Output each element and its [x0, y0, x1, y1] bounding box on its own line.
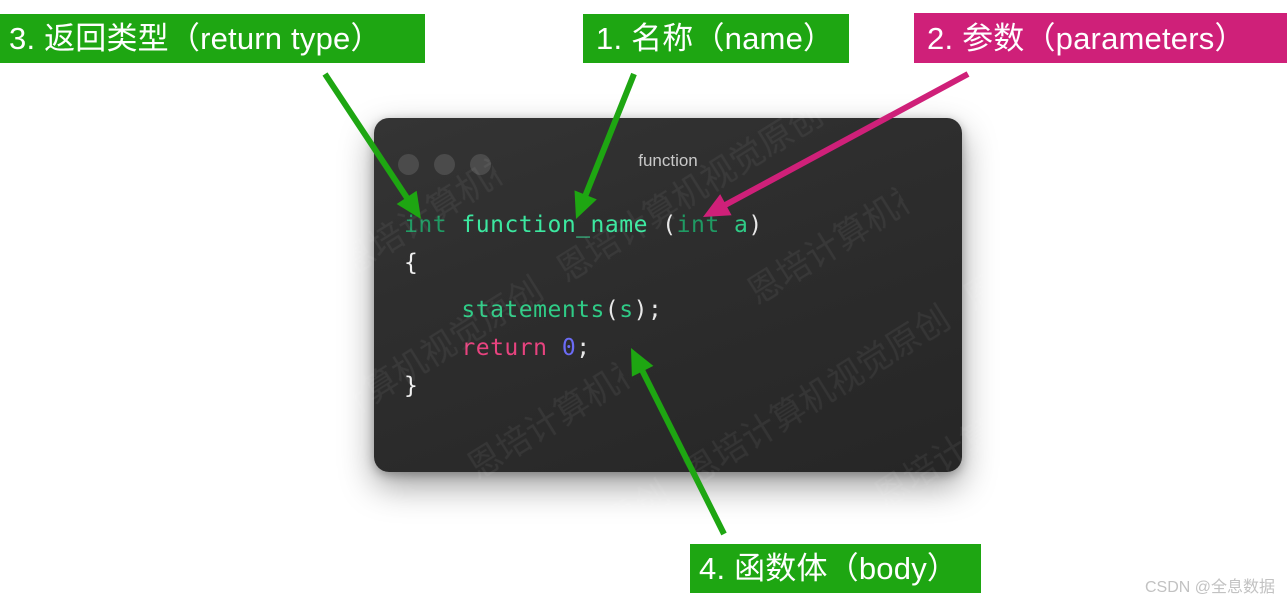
code-token-statements-1: statements: [461, 297, 605, 323]
code-line-signature: int function_name (int a): [404, 206, 962, 244]
code-line-return: return 0;: [404, 329, 962, 367]
csdn-watermark: CSDN @全息数据: [1144, 579, 1275, 596]
code-line-open-brace: {: [404, 244, 962, 282]
code-token-statements-4: );: [633, 297, 663, 323]
code-window-title: function: [638, 151, 698, 170]
code-window: function int function_name (int a){ stat…: [374, 118, 962, 472]
annotation-label-name-text: 1. 名称（name）: [596, 21, 835, 56]
code-token-return-0: [404, 335, 461, 361]
code-token-signature-2: function_name: [461, 212, 648, 238]
annotation-label-name: 1. 名称（name）: [583, 14, 849, 63]
code-token-return-2: [547, 335, 561, 361]
annotation-label-body: 4. 函数体（body）: [690, 544, 981, 593]
code-token-signature-1: [447, 212, 461, 238]
code-token-statements-3: s: [619, 297, 634, 323]
annotation-label-return-type: 3. 返回类型（return type）: [0, 14, 425, 63]
code-line-close-brace: }: [404, 367, 962, 405]
annotation-label-return-type-text: 3. 返回类型（return type）: [9, 21, 382, 56]
code-token-signature-7: ): [748, 212, 763, 238]
code-token-signature-0: int: [404, 212, 448, 238]
code-line-statements: statements(s);: [404, 291, 962, 329]
screenshot-canvas: function int function_name (int a){ stat…: [0, 0, 1287, 605]
annotation-label-parameters: 2. 参数（parameters）: [914, 13, 1287, 63]
code-token-signature-3: (: [647, 212, 677, 238]
code-token-return-3: 0: [561, 335, 577, 361]
code-token-signature-5: [720, 212, 734, 238]
code-token-return-1: return: [461, 335, 548, 361]
code-token-open-brace-0: {: [404, 250, 419, 276]
code-content: int function_name (int a){ statements(s)…: [374, 178, 962, 405]
code-token-close-brace-0: }: [404, 373, 419, 399]
code-token-signature-4: int: [676, 212, 720, 238]
code-token-statements-2: (: [604, 297, 620, 323]
code-token-statements-0: [404, 297, 461, 323]
code-window-titlebar: function: [374, 118, 962, 178]
code-token-signature-6: a: [734, 212, 749, 238]
annotation-label-body-text: 4. 函数体（body）: [699, 551, 959, 586]
annotation-label-parameters-text: 2. 参数（parameters）: [927, 20, 1246, 56]
code-token-return-4: ;: [576, 335, 591, 361]
